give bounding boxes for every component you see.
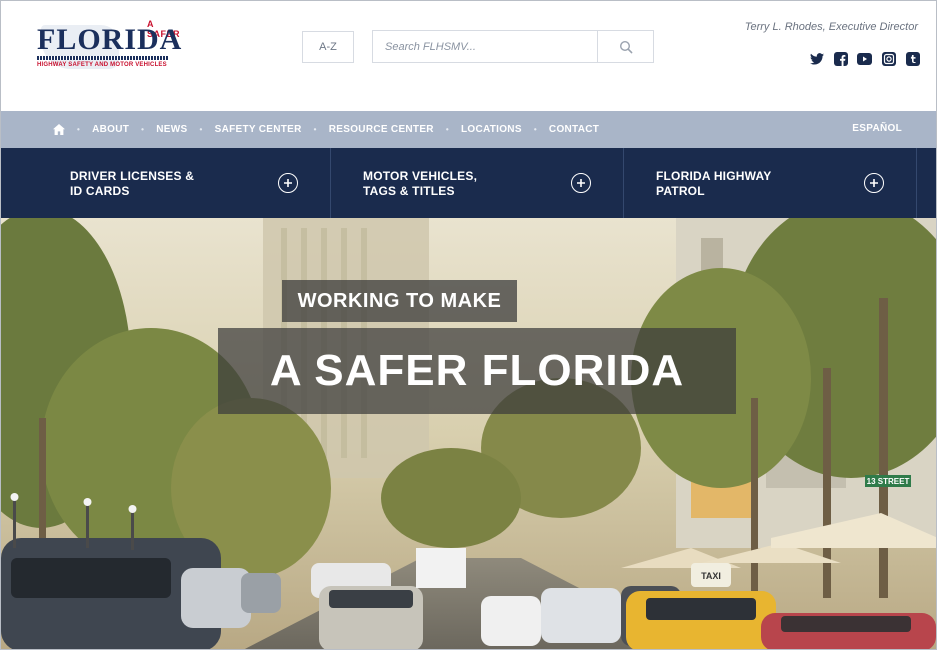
- service-label-line1: MOTOR VEHICLES,: [363, 169, 478, 183]
- instagram-icon[interactable]: [881, 51, 896, 66]
- service-label-line2: TAGS & TITLES: [363, 184, 455, 198]
- nav-separator: •: [77, 125, 81, 134]
- executive-director: Terry L. Rhodes, Executive Director: [744, 21, 918, 33]
- facebook-icon[interactable]: [833, 51, 848, 66]
- hero-banner: TAXI 13 STREET WORKING TO MAKE A SAFER F…: [1, 218, 936, 649]
- nav-news[interactable]: NEWS: [156, 124, 187, 135]
- main-service-navigation: DRIVER LICENSES & ID CARDS MOTOR VEHICLE…: [1, 148, 936, 218]
- nav-resource-center[interactable]: RESOURCE CENTER: [329, 124, 434, 135]
- service-label: DRIVER LICENSES & ID CARDS: [70, 169, 230, 199]
- service-driver-licenses[interactable]: DRIVER LICENSES & ID CARDS: [38, 148, 331, 218]
- home-link[interactable]: [53, 124, 65, 136]
- logo-rule: [37, 56, 169, 60]
- home-icon: [53, 124, 65, 136]
- hero-kicker-text: WORKING TO MAKE: [282, 280, 517, 322]
- nav-separator: •: [313, 125, 317, 134]
- search-input[interactable]: [373, 31, 599, 62]
- search-icon: [619, 40, 632, 53]
- nav-separator: •: [141, 125, 145, 134]
- nav-locations[interactable]: LOCATIONS: [461, 124, 522, 135]
- flhsmv-logo[interactable]: A SAFER FLORIDA HIGHWAY SAFETY AND MOTOR…: [29, 11, 189, 75]
- service-label-line1: FLORIDA HIGHWAY: [656, 169, 772, 183]
- service-highway-patrol[interactable]: FLORIDA HIGHWAY PATROL: [624, 148, 917, 218]
- expand-plus-icon[interactable]: [278, 173, 298, 193]
- logo-wordmark: FLORIDA: [37, 23, 183, 56]
- expand-plus-icon[interactable]: [571, 173, 591, 193]
- service-label-line2: PATROL: [656, 184, 705, 198]
- hero-title-text: A SAFER FLORIDA: [218, 328, 736, 414]
- nav-safety-center[interactable]: SAFETY CENTER: [215, 124, 302, 135]
- service-label-line2: ID CARDS: [70, 184, 130, 198]
- logo-subtitle: HIGHWAY SAFETY AND MOTOR VEHICLES: [37, 62, 167, 68]
- search-button[interactable]: [597, 31, 653, 62]
- nav-separator: •: [445, 125, 449, 134]
- nav-about[interactable]: ABOUT: [92, 124, 129, 135]
- tumblr-icon[interactable]: [905, 51, 920, 66]
- taxi-roof-sign: TAXI: [701, 571, 721, 581]
- page-frame: A SAFER FLORIDA HIGHWAY SAFETY AND MOTOR…: [0, 0, 937, 650]
- nav-contact[interactable]: CONTACT: [549, 124, 599, 135]
- site-header: A SAFER FLORIDA HIGHWAY SAFETY AND MOTOR…: [1, 1, 936, 111]
- nav-separator: •: [533, 125, 537, 134]
- nav-separator: •: [199, 125, 203, 134]
- expand-plus-icon[interactable]: [864, 173, 884, 193]
- street-sign: 13 STREET: [865, 475, 911, 487]
- service-label: FLORIDA HIGHWAY PATROL: [656, 169, 816, 199]
- a-z-button[interactable]: A-Z: [302, 31, 354, 63]
- language-espanol-link[interactable]: ESPAÑOL: [852, 123, 902, 134]
- twitter-icon[interactable]: [809, 51, 824, 66]
- top-navigation: • ABOUT • NEWS • SAFETY CENTER • RESOURC…: [1, 111, 936, 148]
- youtube-icon[interactable]: [857, 51, 872, 66]
- service-label: MOTOR VEHICLES, TAGS & TITLES: [363, 169, 523, 199]
- social-links: [809, 51, 920, 66]
- service-label-line1: DRIVER LICENSES &: [70, 169, 195, 183]
- search-box: [372, 30, 654, 63]
- service-motor-vehicles[interactable]: MOTOR VEHICLES, TAGS & TITLES: [331, 148, 624, 218]
